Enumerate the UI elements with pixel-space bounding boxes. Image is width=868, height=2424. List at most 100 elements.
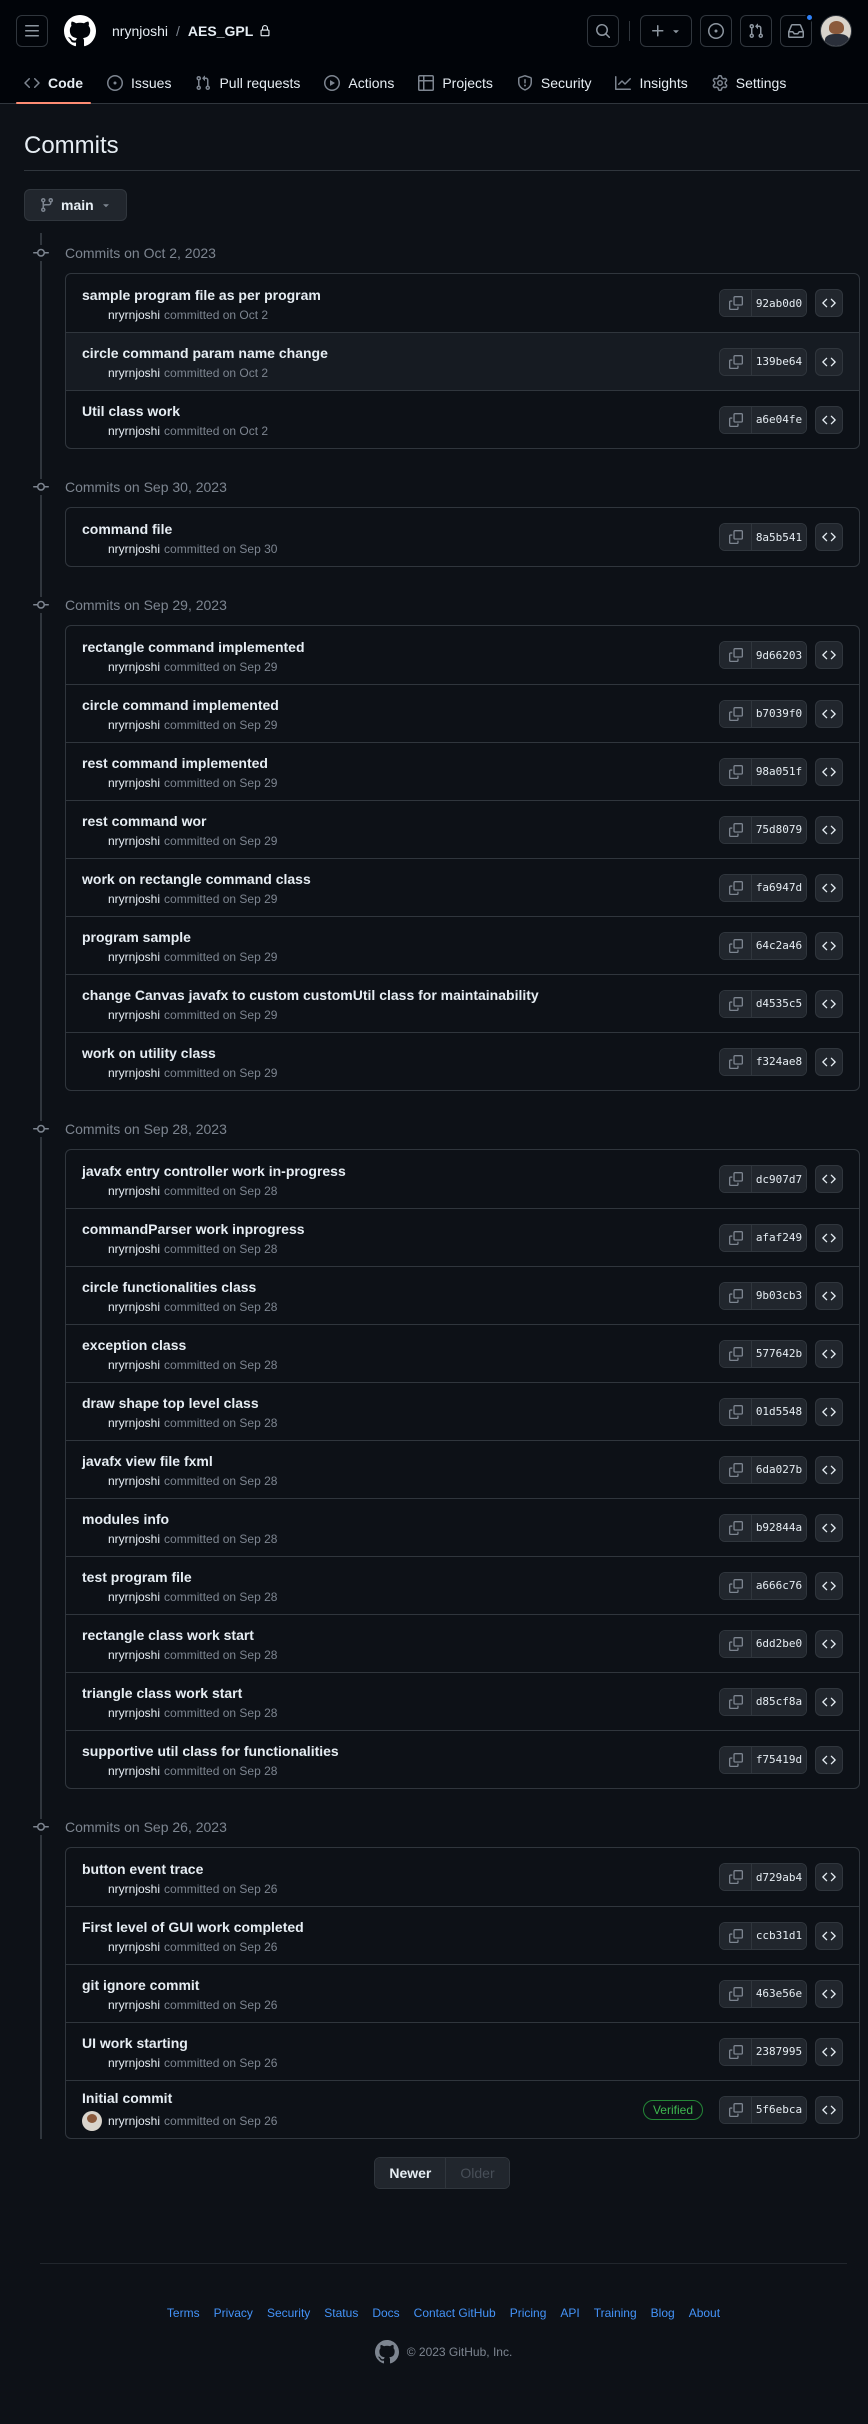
copy-sha-button[interactable] xyxy=(720,758,752,785)
copy-sha-button[interactable] xyxy=(720,524,752,550)
commit-author[interactable]: nryrnjoshi xyxy=(108,1358,160,1372)
verified-badge[interactable]: Verified xyxy=(642,2099,703,2120)
commit-message[interactable]: First level of GUI work completed xyxy=(82,1917,719,1937)
commit-author[interactable]: nryrnjoshi xyxy=(108,1242,160,1256)
commit-sha-link[interactable]: f75419d xyxy=(752,1746,806,1773)
footer-link[interactable]: About xyxy=(689,2306,720,2320)
commit-author[interactable]: nryrnjoshi xyxy=(108,950,160,964)
commit-sha-link[interactable]: d4535c5 xyxy=(752,990,806,1017)
copy-sha-button[interactable] xyxy=(720,874,752,901)
commit-sha-link[interactable]: 9d66203 xyxy=(752,642,806,668)
footer-link[interactable]: Terms xyxy=(167,2306,200,2320)
commit-sha-link[interactable]: afaf249 xyxy=(752,1224,806,1251)
commit-sha-link[interactable]: 6da027b xyxy=(752,1456,806,1483)
browse-repo-button[interactable] xyxy=(815,1979,843,2008)
browse-repo-button[interactable] xyxy=(815,405,843,434)
footer-link[interactable]: Pricing xyxy=(510,2306,547,2320)
browse-repo-button[interactable] xyxy=(815,1687,843,1716)
commit-message[interactable]: rest command wor xyxy=(82,811,719,831)
copy-sha-button[interactable] xyxy=(720,932,752,959)
copy-sha-button[interactable] xyxy=(720,1048,752,1075)
commit-author[interactable]: nryrnjoshi xyxy=(108,718,160,732)
copy-sha-button[interactable] xyxy=(720,1282,752,1309)
commit-sha-link[interactable]: a6e04fe xyxy=(752,406,806,433)
owner-link[interactable]: nrynjoshi xyxy=(112,23,168,39)
commit-sha-link[interactable]: 92ab0d0 xyxy=(752,290,806,316)
commit-author[interactable]: nryrnjoshi xyxy=(108,1590,160,1604)
inbox-button[interactable] xyxy=(780,13,814,47)
copy-sha-button[interactable] xyxy=(720,290,752,316)
copy-sha-button[interactable] xyxy=(720,642,752,668)
commit-sha-link[interactable]: 64c2a46 xyxy=(752,932,806,959)
commit-message[interactable]: UI work starting xyxy=(82,2033,719,2053)
browse-repo-button[interactable] xyxy=(815,1165,843,1193)
commit-message[interactable]: Initial commit xyxy=(82,2088,643,2108)
commit-message[interactable]: work on utility class xyxy=(82,1043,719,1063)
commit-message[interactable]: test program file xyxy=(82,1567,719,1587)
commit-message[interactable]: modules info xyxy=(82,1509,719,1529)
commit-author[interactable]: nryrnjoshi xyxy=(108,366,160,380)
commit-sha-link[interactable]: 75d8079 xyxy=(752,816,806,843)
commit-sha-link[interactable]: f324ae8 xyxy=(752,1048,806,1075)
commit-message[interactable]: git ignore commit xyxy=(82,1975,719,1995)
browse-repo-button[interactable] xyxy=(815,641,843,669)
commit-author[interactable]: nryrnjoshi xyxy=(108,1882,160,1896)
commit-author[interactable]: nryrnjoshi xyxy=(108,834,160,848)
commit-author[interactable]: nryrnjoshi xyxy=(108,1706,160,1720)
commit-sha-link[interactable]: 139be64 xyxy=(752,348,806,375)
commit-sha-link[interactable]: 01d5548 xyxy=(752,1398,806,1425)
tab-pull-requests[interactable]: Pull requests xyxy=(187,62,308,103)
commit-message[interactable]: rest command implemented xyxy=(82,753,719,773)
footer-link[interactable]: Contact GitHub xyxy=(414,2306,496,2320)
tab-insights[interactable]: Insights xyxy=(607,62,695,103)
commit-sha-link[interactable]: d729ab4 xyxy=(752,1864,806,1890)
browse-repo-button[interactable] xyxy=(815,1863,843,1891)
commit-sha-link[interactable]: dc907d7 xyxy=(752,1166,806,1192)
copy-sha-button[interactable] xyxy=(720,1688,752,1715)
browse-repo-button[interactable] xyxy=(815,1745,843,1774)
commit-message[interactable]: javafx entry controller work in-progress xyxy=(82,1161,719,1181)
copy-sha-button[interactable] xyxy=(720,1572,752,1599)
browse-repo-button[interactable] xyxy=(815,1513,843,1542)
commit-message[interactable]: circle functionalities class xyxy=(82,1277,719,1297)
browse-repo-button[interactable] xyxy=(815,815,843,844)
commit-author[interactable]: nryrnjoshi xyxy=(108,1764,160,1778)
copy-sha-button[interactable] xyxy=(720,1864,752,1890)
commit-message[interactable]: command file xyxy=(82,519,719,539)
tab-settings[interactable]: Settings xyxy=(704,62,795,103)
browse-repo-button[interactable] xyxy=(815,1339,843,1368)
commit-author[interactable]: nryrnjoshi xyxy=(108,776,160,790)
author-avatar[interactable] xyxy=(82,2111,102,2131)
copy-sha-button[interactable] xyxy=(720,1166,752,1192)
copy-sha-button[interactable] xyxy=(720,1922,752,1949)
copy-sha-button[interactable] xyxy=(720,1980,752,2007)
footer-link[interactable]: API xyxy=(560,2306,579,2320)
copy-sha-button[interactable] xyxy=(720,2038,752,2065)
branch-selector[interactable]: main xyxy=(24,189,127,221)
browse-repo-button[interactable] xyxy=(815,757,843,786)
pull-requests-button[interactable] xyxy=(740,15,772,47)
commit-author[interactable]: nryrnjoshi xyxy=(108,2114,160,2128)
commit-sha-link[interactable]: 5f6ebca xyxy=(752,2096,806,2123)
commit-message[interactable]: change Canvas javafx to custom customUti… xyxy=(82,985,719,1005)
copy-sha-button[interactable] xyxy=(720,990,752,1017)
commit-author[interactable]: nryrnjoshi xyxy=(108,1532,160,1546)
browse-repo-button[interactable] xyxy=(815,1455,843,1484)
browse-repo-button[interactable] xyxy=(815,1629,843,1658)
commit-message[interactable]: javafx view file fxml xyxy=(82,1451,719,1471)
footer-link[interactable]: Status xyxy=(324,2306,358,2320)
commit-author[interactable]: nryrnjoshi xyxy=(108,1648,160,1662)
commit-sha-link[interactable]: ccb31d1 xyxy=(752,1922,806,1949)
commit-sha-link[interactable]: 463e56e xyxy=(752,1980,806,2007)
commit-author[interactable]: nryrnjoshi xyxy=(108,1300,160,1314)
browse-repo-button[interactable] xyxy=(815,1571,843,1600)
user-avatar[interactable] xyxy=(820,15,852,47)
search-button[interactable] xyxy=(587,15,619,47)
commit-message[interactable]: triangle class work start xyxy=(82,1683,719,1703)
footer-link[interactable]: Privacy xyxy=(214,2306,253,2320)
commit-sha-link[interactable]: a666c76 xyxy=(752,1572,806,1599)
commit-author[interactable]: nryrnjoshi xyxy=(108,1940,160,1954)
commit-message[interactable]: circle command implemented xyxy=(82,695,719,715)
repo-link[interactable]: AES_GPL xyxy=(188,23,253,39)
newer-button[interactable]: Newer xyxy=(375,2158,446,2188)
